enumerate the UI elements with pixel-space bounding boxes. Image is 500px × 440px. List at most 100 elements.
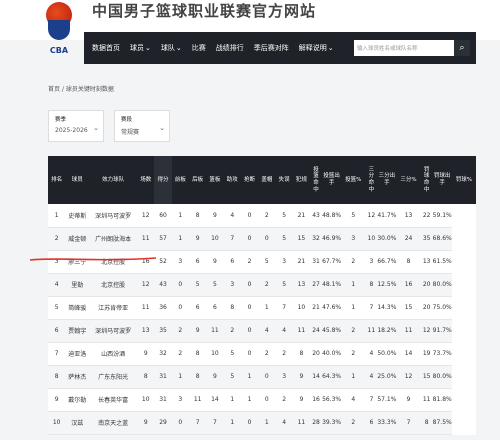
stat-cell: 2 xyxy=(258,342,276,366)
stat-cell: 1 xyxy=(258,411,276,435)
stat-cell: 7 xyxy=(396,411,421,435)
column-header[interactable]: 前板 xyxy=(171,156,189,204)
stat-cell: 0 xyxy=(258,365,276,389)
column-header[interactable]: 篮板 xyxy=(206,156,224,204)
stat-cell: 21 xyxy=(310,296,323,320)
cba-logo[interactable]: CBA xyxy=(44,2,74,55)
stat-cell: 8 xyxy=(420,411,433,435)
nav-item-players[interactable]: 球员 ⌄ xyxy=(130,43,151,53)
nav-item-data-home[interactable]: 数据首页 xyxy=(92,43,120,53)
stat-cell: 4 xyxy=(341,388,366,412)
nav-item-standings[interactable]: 战绩排行 xyxy=(216,43,244,53)
player-name-cell[interactable]: 汉兹 xyxy=(65,411,90,435)
chevron-down-icon: ⌄ xyxy=(145,44,151,52)
stat-cell: 1 xyxy=(171,227,189,251)
stat-cell: 24 xyxy=(310,319,323,343)
search-button[interactable]: ⌕ xyxy=(454,40,470,56)
nav-item-teams[interactable]: 球队 ⌄ xyxy=(161,43,182,53)
column-header[interactable]: 三分% xyxy=(396,156,421,204)
player-name-cell[interactable]: 里勒 xyxy=(65,273,90,297)
column-header[interactable]: 效力球队 xyxy=(89,156,138,204)
stat-cell: 9 xyxy=(137,342,155,366)
column-header[interactable]: 排名 xyxy=(48,156,66,204)
stat-cell: 10 xyxy=(206,227,224,251)
stat-cell: 14.3% xyxy=(377,296,397,320)
column-header[interactable]: 三分出手 xyxy=(377,156,397,204)
stat-cell: 0 xyxy=(240,296,259,320)
stat-cell: 7 xyxy=(275,296,293,320)
stage-select[interactable]: 赛段 常规赛 ⌄ xyxy=(114,110,170,142)
player-name-cell[interactable]: 迪亚洛 xyxy=(65,342,90,366)
stat-cell: 4 xyxy=(275,411,293,435)
stat-cell: 2 xyxy=(275,342,293,366)
column-header[interactable]: 三分命中 xyxy=(365,156,378,204)
stat-cell: 2 xyxy=(223,319,241,343)
stat-cell: 30.0% xyxy=(377,227,397,251)
column-header[interactable]: 犯规 xyxy=(292,156,311,204)
stat-cell: 7 xyxy=(365,296,378,320)
player-name-cell[interactable]: 威金顿 xyxy=(65,227,90,251)
player-name-cell[interactable]: 贾翰宇 xyxy=(65,319,90,343)
season-select[interactable]: 赛季 2025-2026 ⌄ xyxy=(48,110,104,142)
team-cell[interactable]: 深圳马可波罗 xyxy=(89,204,138,228)
player-name-cell[interactable]: 萨林杰 xyxy=(65,365,90,389)
stat-cell: 15 xyxy=(420,365,433,389)
stat-cell: 24 xyxy=(396,227,421,251)
stat-cell: 16 xyxy=(310,388,323,412)
column-header[interactable]: 得分 xyxy=(154,156,172,204)
handwritten-underline xyxy=(29,257,157,261)
stat-cell: 9 xyxy=(206,204,224,228)
stat-cell: 11 xyxy=(188,388,207,412)
nav-label: 球队 xyxy=(160,44,175,52)
team-cell[interactable]: 长春英华富 xyxy=(89,388,138,412)
column-header[interactable]: 助攻 xyxy=(223,156,241,204)
stat-cell: 12 xyxy=(137,204,155,228)
column-header[interactable]: 失误 xyxy=(275,156,293,204)
team-cell[interactable]: 北京控股 xyxy=(89,273,138,297)
column-header[interactable]: 投篮% xyxy=(341,156,366,204)
column-header[interactable]: 投篮出手 xyxy=(322,156,342,204)
column-header[interactable]: 罚球% xyxy=(451,156,476,204)
nav-item-explanations[interactable]: 解释说明 ⌄ xyxy=(299,43,334,53)
column-header[interactable]: 罚球命中 xyxy=(420,156,433,204)
team-cell[interactable]: 广州朗肽海本 xyxy=(89,227,138,251)
stat-cell: 57.1% xyxy=(377,388,397,412)
team-cell[interactable]: 江苏肯帝亚 xyxy=(89,296,138,320)
stat-cell: 32 xyxy=(154,342,172,366)
nav-label: 季后赛对阵 xyxy=(253,44,289,52)
table-row: 7 迪亚洛 山西汾酒 9 32 2 8 10 5 0 2 2 8 20 40.0% 2 4 50.0% 14 19 73… xyxy=(48,342,476,366)
stat-cell: 9 xyxy=(292,388,311,412)
stat-cell: 16 xyxy=(396,273,421,297)
search-input[interactable]: 输入球员姓名或球队名称 xyxy=(354,40,454,56)
stat-cell: 11 xyxy=(137,296,155,320)
shield-icon xyxy=(48,20,70,40)
stat-cell: 3 xyxy=(275,365,293,389)
nav-label: 解释说明 xyxy=(298,44,327,52)
stat-cell: 2 xyxy=(258,204,276,228)
stat-cell: 61.5% xyxy=(432,250,452,274)
stat-cell: 11 xyxy=(420,388,433,412)
stat-cell: 66.7% xyxy=(377,250,397,274)
stat-cell: 80.0% xyxy=(432,273,452,297)
table-row: 9 戴尔勒 长春英华富 10 31 3 11 14 1 1 0 2 9 16 56.3% 4 7 57.1% 9 11… xyxy=(48,388,476,412)
team-cell[interactable]: 广东东阳光 xyxy=(89,365,138,389)
player-name-cell[interactable]: 史蒂斯 xyxy=(65,204,90,228)
column-header[interactable]: 场数 xyxy=(137,156,155,204)
player-name-cell[interactable]: 简峰骏 xyxy=(65,296,90,320)
column-header[interactable]: 后板 xyxy=(188,156,207,204)
stat-cell: 2 xyxy=(171,342,189,366)
column-header[interactable]: 盖帽 xyxy=(258,156,276,204)
team-cell[interactable]: 南京天之蓝 xyxy=(89,411,138,435)
column-header[interactable]: 抢断 xyxy=(240,156,259,204)
nav-label: 数据首页 xyxy=(92,44,120,52)
stat-cell: 2 xyxy=(171,319,189,343)
nav-label: 战绩排行 xyxy=(215,44,244,52)
nav-item-playoffs[interactable]: 季后赛对阵 xyxy=(254,43,289,53)
team-cell[interactable]: 深圳马可波罗 xyxy=(89,319,138,343)
column-header[interactable]: 投篮命中 xyxy=(310,156,323,204)
nav-item-games[interactable]: 比赛 xyxy=(192,43,206,53)
team-cell[interactable]: 山西汾酒 xyxy=(89,342,138,366)
player-name-cell[interactable]: 戴尔勒 xyxy=(65,388,90,412)
column-header[interactable]: 球员 xyxy=(65,156,90,204)
column-header[interactable]: 罚球出手 xyxy=(432,156,452,204)
